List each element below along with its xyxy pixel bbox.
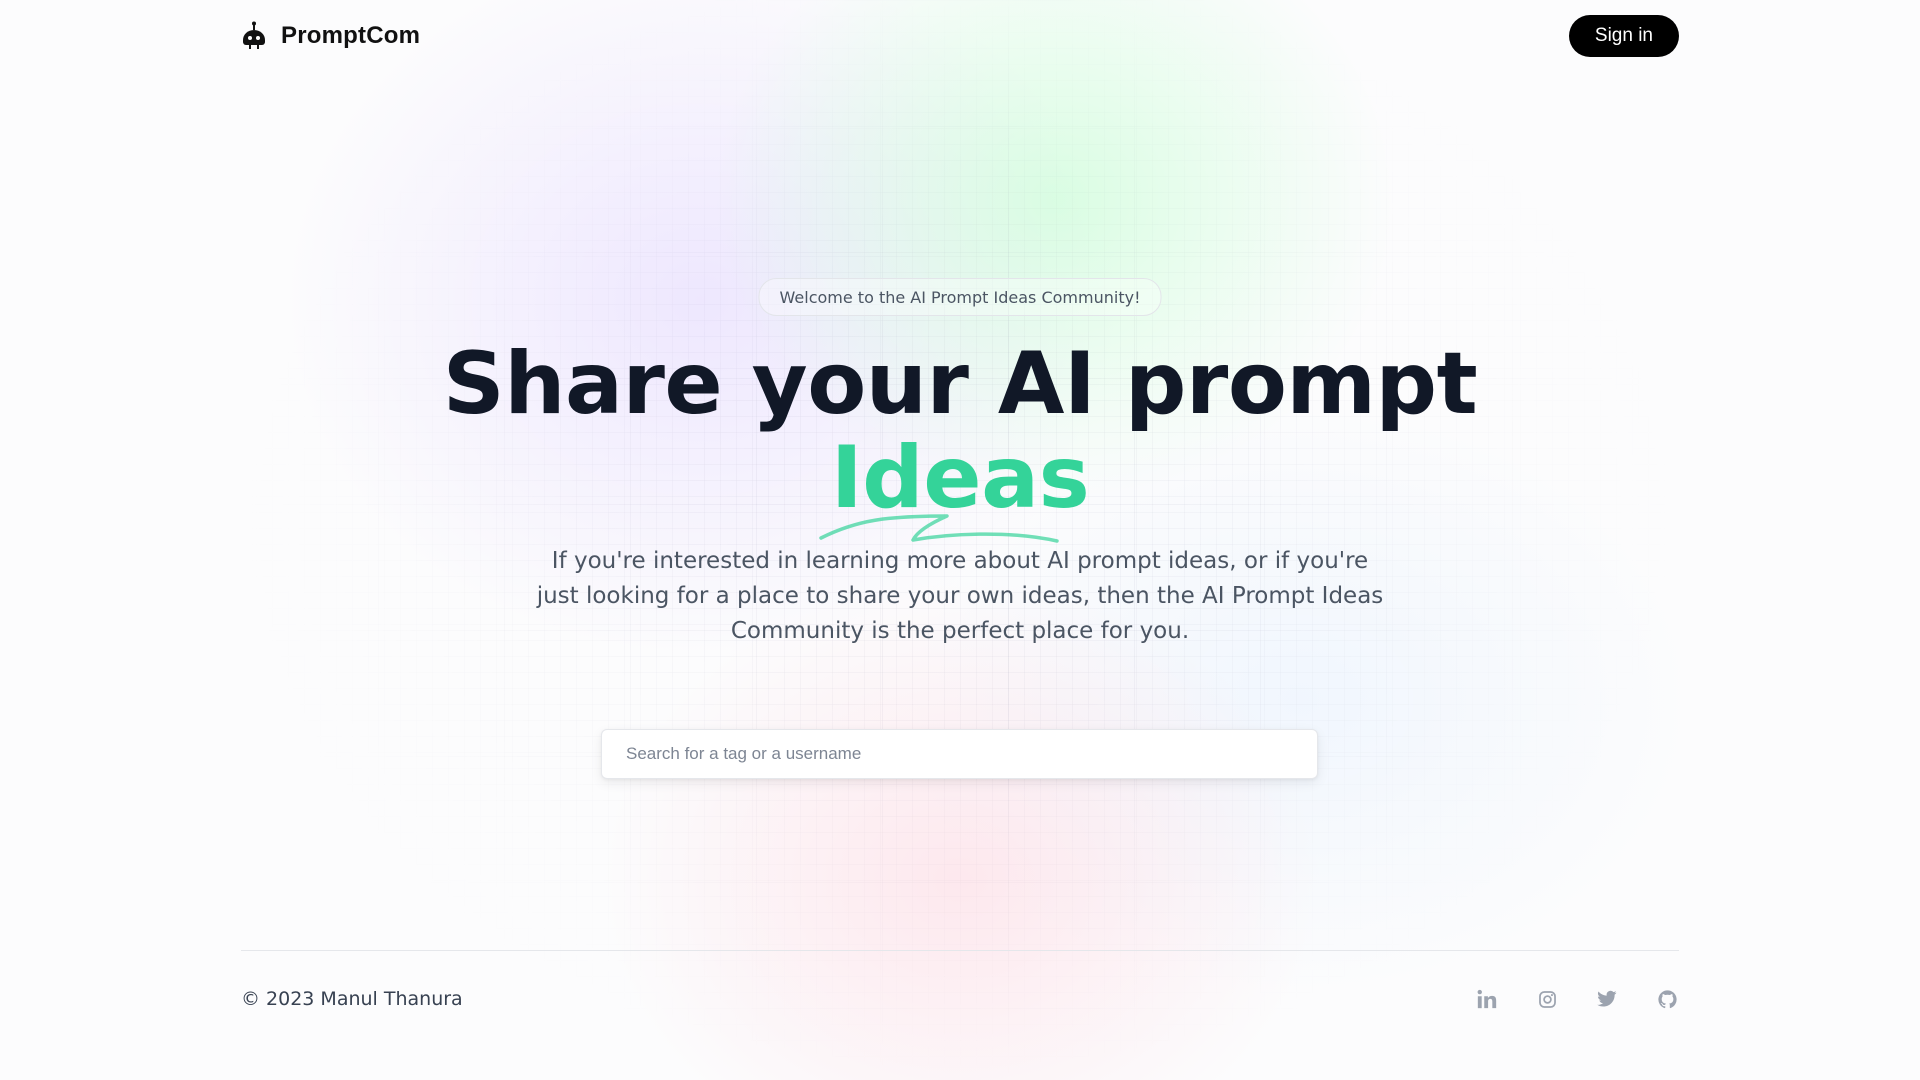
social-links — [1475, 987, 1679, 1011]
hero-headline: Share your AI prompt — [442, 334, 1478, 434]
footer: © 2023 Manul Thanura — [241, 982, 1679, 1016]
linkedin-icon[interactable] — [1475, 987, 1499, 1011]
twitter-icon[interactable] — [1595, 987, 1619, 1011]
instagram-icon[interactable] — [1535, 987, 1559, 1011]
footer-divider — [241, 950, 1679, 951]
sign-in-button[interactable]: Sign in — [1568, 15, 1679, 57]
brand-name: PromptCom — [281, 22, 421, 49]
hero-highlight: Ideas — [818, 428, 1090, 543]
header: PromptCom Sign in — [241, 15, 1679, 57]
github-icon[interactable] — [1655, 987, 1679, 1011]
page: PromptCom Sign in Welcome to the AI Prom… — [0, 0, 1920, 1080]
hero-highlight-text: Ideas — [830, 428, 1090, 528]
brand-link[interactable]: PromptCom — [241, 21, 420, 51]
robot-icon — [241, 21, 267, 51]
copyright-text: © 2023 Manul Thanura — [241, 988, 463, 1010]
welcome-badge: Welcome to the AI Prompt Ideas Community… — [758, 278, 1162, 316]
hero-subtitle: If you're interested in learning more ab… — [536, 548, 1384, 644]
search-input[interactable] — [601, 729, 1318, 779]
hero-highlight-wrap: Ideas — [0, 428, 1920, 543]
